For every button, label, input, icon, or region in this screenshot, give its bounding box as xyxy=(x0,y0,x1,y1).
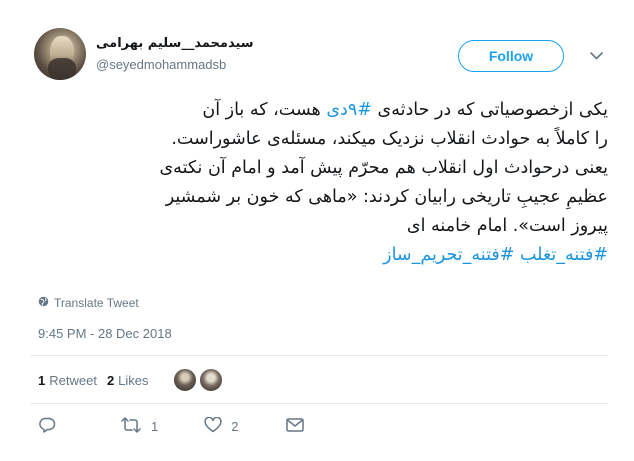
likes-stat[interactable]: 2 Likes xyxy=(107,373,149,388)
tweet-line-5: پیروز است». امام خامنه ای xyxy=(406,216,608,236)
direct-message-button[interactable] xyxy=(286,417,305,435)
author-display-name[interactable]: سیدمحمد__سلیم بهرامی xyxy=(96,36,254,51)
like-button[interactable]: 2 xyxy=(204,416,239,436)
liker-avatars xyxy=(172,368,225,392)
hashtag-link[interactable]: #۹دی xyxy=(326,100,372,120)
tweet-header: سیدمحمد__سلیم بهرامی @seyedmohammadsb Fo… xyxy=(34,28,614,84)
retweets-label: Retweet xyxy=(49,372,97,388)
tweet-hashtags-line: #فتنه_تغلب #فتنه_تحریم_ساز xyxy=(30,241,608,270)
divider xyxy=(30,403,608,404)
avatar[interactable] xyxy=(34,28,86,80)
reply-button[interactable] xyxy=(38,417,56,436)
message-icon xyxy=(286,417,305,435)
follow-button[interactable]: Follow xyxy=(458,40,564,72)
likes-label: Likes xyxy=(118,372,149,388)
retweet-button[interactable]: 1 xyxy=(120,416,159,436)
like-count: 2 xyxy=(231,418,239,434)
tweet-line-4: عظیمِ عجیبِ تاریخی رابیان کردند: «ماهی ک… xyxy=(165,187,608,207)
tweet-text-segment: یکی ازخصوصیاتی که در حادثه‌ی xyxy=(371,100,609,120)
tweet-line-3: یعنی درحوادث اول انقلاب هم محرّم پیش آمد… xyxy=(159,158,608,178)
liker-avatar[interactable] xyxy=(198,368,223,392)
tweet-text-segment: هست، که باز آن xyxy=(202,100,327,120)
reply-icon xyxy=(38,417,56,436)
globe-icon xyxy=(38,296,49,310)
engagement-stats: 1 Retweet 2 Likes xyxy=(38,366,225,394)
hashtag-link[interactable]: #فتنه_تغلب xyxy=(520,245,608,265)
hashtag-link[interactable]: #فتنه_تحریم_ساز xyxy=(383,245,514,265)
chevron-down-icon[interactable] xyxy=(588,48,604,64)
likes-count: 2 xyxy=(106,372,115,388)
tweet-line-1: یکی ازخصوصیاتی که در حادثه‌ی #۹دی هست، ک… xyxy=(30,96,608,125)
tweet-text: یکی ازخصوصیاتی که در حادثه‌ی #۹دی هست، ک… xyxy=(30,96,608,270)
avatar-beard xyxy=(48,58,76,80)
liker-avatar[interactable] xyxy=(172,368,197,392)
author-handle[interactable]: @seyedmohammadsb xyxy=(96,57,226,72)
tweet-actions: 1 2 xyxy=(38,416,305,436)
retweet-stat[interactable]: 1 Retweet xyxy=(38,373,97,388)
tweet-timestamp[interactable]: 9:45 PM - 28 Dec 2018 xyxy=(38,326,172,341)
translate-tweet[interactable]: Translate Tweet xyxy=(38,296,139,310)
translate-label: Translate Tweet xyxy=(54,296,139,310)
retweet-icon xyxy=(120,416,142,436)
retweet-count: 1 xyxy=(151,418,159,434)
tweet-line-2: را کاملاً به حوادث انقلاب نزدیک میکند، م… xyxy=(171,129,608,149)
heart-icon xyxy=(204,416,222,436)
retweets-count: 1 xyxy=(38,372,46,388)
divider xyxy=(30,355,608,356)
